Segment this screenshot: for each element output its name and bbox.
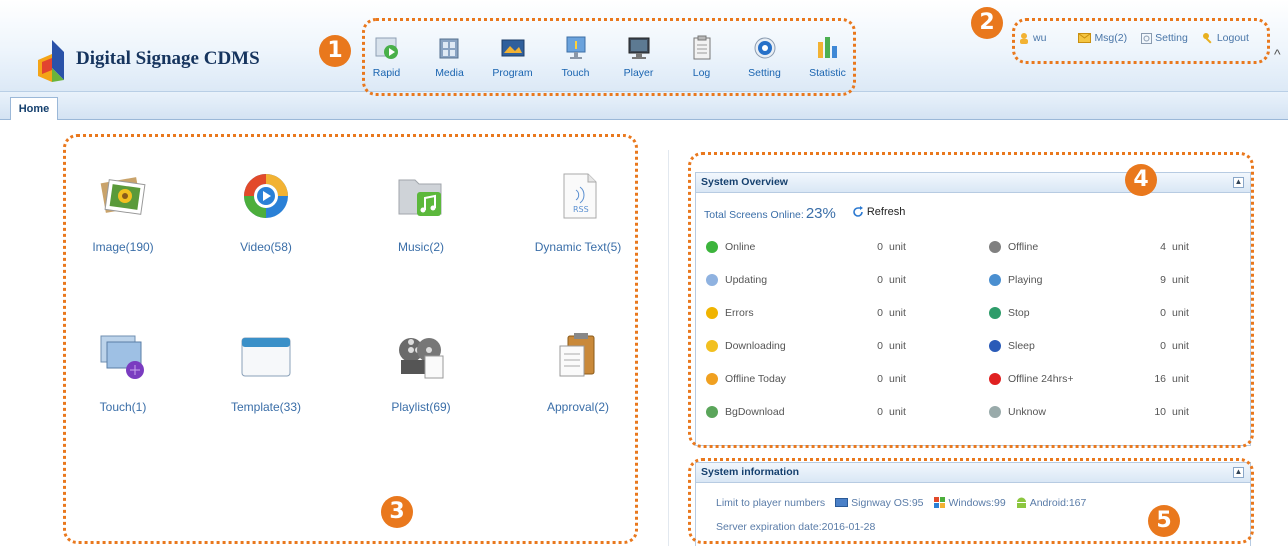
callout-badge-1: 1 [319, 35, 351, 67]
callout-badge-2: 2 [971, 7, 1003, 39]
column-divider [668, 150, 669, 546]
callout-badge-3: 3 [381, 496, 413, 528]
callout-badge-5: 5 [1148, 505, 1180, 537]
tab-home[interactable]: Home [10, 97, 58, 120]
app-logo-icon [38, 40, 64, 82]
callout-box-userbar [1012, 18, 1270, 64]
tab-bar: Home [0, 92, 1288, 120]
app-window: Digital Signage CDMS Rapid Media Program… [0, 0, 1288, 546]
callout-box-toolbar [362, 18, 856, 96]
callout-box-overview [688, 152, 1254, 448]
callout-box-shortcuts [63, 134, 638, 544]
app-title: Digital Signage CDMS [76, 48, 260, 69]
callout-badge-4: 4 [1125, 164, 1157, 196]
collapse-header-icon[interactable]: ^ [1274, 46, 1281, 62]
